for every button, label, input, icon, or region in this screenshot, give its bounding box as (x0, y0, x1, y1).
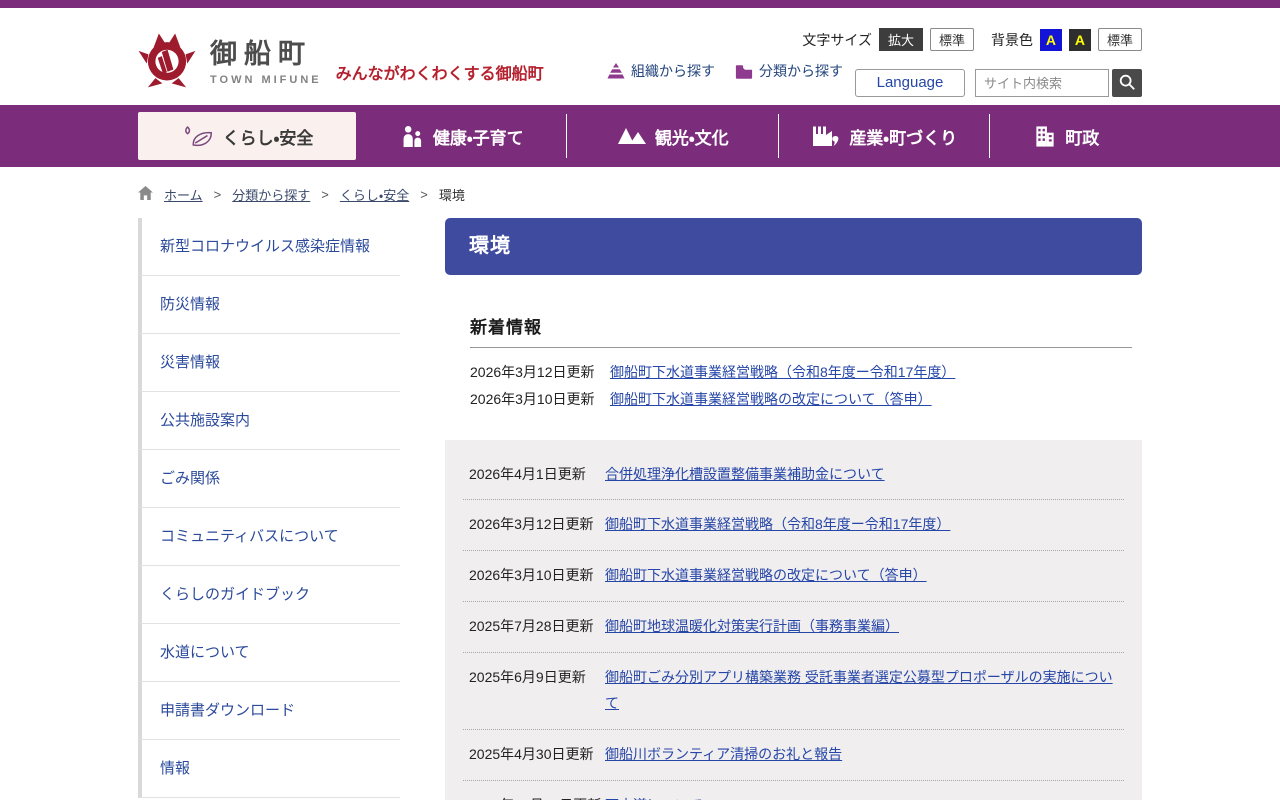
bg-color-standard-button[interactable]: 標準 (1098, 28, 1142, 51)
news-heading: 新着情報 (470, 313, 1132, 338)
archive-link[interactable]: 御船町下水道事業経営戦略（令和8年度ー令和17年度） (605, 516, 950, 532)
breadcrumb-current: 環境 (439, 185, 465, 204)
sidebar-item[interactable]: 申請書ダウンロード (138, 682, 400, 740)
home-icon (138, 186, 153, 203)
news-row: 2026年3月12日更新 御船町下水道事業経営戦略（令和8年度ー令和17年度） (470, 362, 1132, 382)
breadcrumb-kurashi-anzen[interactable]: くらし・安全 (340, 185, 409, 204)
breadcrumb-category[interactable]: 分類から探す (232, 185, 310, 204)
archive-date: 2025年4月30日更新 (469, 742, 605, 768)
bg-color-label: 背景色 (991, 30, 1033, 50)
site-brand[interactable]: 御船町 TOWN MIFUNE みんながわくわくする御船町 (138, 20, 544, 97)
archive-link[interactable]: 御船町下水道事業経営戦略の改定について（答申） (605, 567, 927, 583)
font-size-standard-button[interactable]: 標準 (930, 28, 974, 51)
archive-row: 2026年3月12日更新 御船町下水道事業経営戦略（令和8年度ー令和17年度） (463, 500, 1124, 551)
bg-color-black-button[interactable]: A (1069, 29, 1091, 51)
archive-date: 2025年6月9日更新 (469, 665, 605, 717)
sidebar-item[interactable]: コミュニティバスについて (138, 508, 400, 566)
archive-row: 2026年4月1日更新 合併処理浄化槽設置整備事業補助金について (463, 450, 1124, 501)
search-by-category-link[interactable]: 分類から探す (735, 61, 843, 81)
site-name-en: TOWN MIFUNE (210, 74, 322, 86)
global-nav: くらし・安全 健康・子育て 観光・文化 (0, 105, 1280, 167)
news-date: 2026年3月12日更新 (470, 362, 610, 382)
folder-icon (735, 64, 753, 79)
mountain-icon (617, 127, 647, 145)
building-icon (1033, 125, 1057, 148)
news-divider (470, 347, 1132, 348)
search-input[interactable] (975, 69, 1109, 97)
site-name: 御船町 (210, 32, 322, 71)
archive-date: 2026年3月12日更新 (469, 512, 605, 538)
sidebar-item[interactable]: 水道について (138, 624, 400, 682)
factory-icon (811, 125, 841, 147)
top-accent-bar (0, 0, 1280, 8)
sidebar-item[interactable]: くらしのガイドブック (138, 566, 400, 624)
breadcrumb-home[interactable]: ホーム (164, 185, 203, 204)
news-date: 2026年3月10日更新 (470, 389, 610, 409)
archive-row: 2026年3月10日更新 御船町下水道事業経営戦略の改定について（答申） (463, 551, 1124, 602)
sidebar-item[interactable]: 災害情報 (138, 334, 400, 392)
people-icon (399, 125, 425, 148)
news-link[interactable]: 御船町下水道事業経営戦略の改定について（答申） (610, 389, 932, 409)
news-link[interactable]: 御船町下水道事業経営戦略（令和8年度ー令和17年度） (610, 362, 955, 382)
archive-row: 2024年12月17日更新 下水道について (463, 781, 1124, 800)
sidebar-item[interactable]: 情報 (138, 740, 400, 798)
news-section: 新着情報 2026年3月12日更新 御船町下水道事業経営戦略（令和8年度ー令和1… (445, 313, 1142, 410)
nav-item-kanko-bunka[interactable]: 観光・文化 (567, 105, 777, 167)
pyramid-icon (607, 63, 625, 79)
search-button[interactable] (1112, 69, 1142, 97)
sidebar-item[interactable]: 公共施設案内 (138, 392, 400, 450)
leaf-drop-icon (181, 124, 215, 149)
language-button[interactable]: Language (855, 69, 965, 97)
site-title: 御船町 TOWN MIFUNE (210, 32, 322, 86)
news-row: 2026年3月10日更新 御船町下水道事業経営戦略の改定について（答申） (470, 389, 1132, 409)
sidebar-menu: 新型コロナウイルス感染症情報 防災情報 災害情報 公共施設案内 ごみ関係 コミュ… (138, 218, 400, 800)
bg-color-blue-button[interactable]: A (1040, 29, 1062, 51)
font-size-expand-button[interactable]: 拡大 (879, 28, 923, 51)
archive-date: 2025年7月28日更新 (469, 614, 605, 640)
accessibility-controls: 文字サイズ 拡大 標準 背景色 A A 標準 (802, 28, 1142, 51)
nav-item-kurashi-anzen[interactable]: くらし・安全 (138, 112, 356, 160)
archive-row: 2025年6月9日更新 御船町ごみ分別アプリ構築業務 受託事業者選定公募型プロポ… (463, 653, 1124, 730)
page-title: 環境 (445, 218, 1142, 275)
archive-date: 2026年3月10日更新 (469, 563, 605, 589)
archive-date: 2026年4月1日更新 (469, 462, 605, 488)
font-size-label: 文字サイズ (802, 30, 872, 50)
sidebar-item[interactable]: 防災情報 (138, 276, 400, 334)
nav-item-kenko-kosodate[interactable]: 健康・子育て (356, 105, 566, 167)
site-search (975, 69, 1142, 97)
nav-item-chosei[interactable]: 町政 (990, 105, 1142, 167)
town-emblem-icon (138, 30, 196, 88)
search-icon (1118, 73, 1136, 94)
sidebar-item[interactable]: 新型コロナウイルス感染症情報 (138, 218, 400, 276)
archive-list: 2026年4月1日更新 合併処理浄化槽設置整備事業補助金について 2026年3月… (445, 440, 1142, 800)
archive-link[interactable]: 御船川ボランティア清掃のお礼と報告 (605, 746, 842, 762)
site-header: 御船町 TOWN MIFUNE みんながわくわくする御船町 文字サイズ 拡大 標… (138, 8, 1142, 105)
news-list: 2026年3月12日更新 御船町下水道事業経営戦略（令和8年度ー令和17年度） … (470, 362, 1132, 410)
archive-date: 2024年12月17日更新 (469, 793, 605, 800)
archive-link[interactable]: 御船町ごみ分別アプリ構築業務 受託事業者選定公募型プロポーザルの実施について (605, 669, 1113, 711)
main-content: 環境 新着情報 2026年3月12日更新 御船町下水道事業経営戦略（令和8年度ー… (445, 218, 1142, 800)
sidebar-item[interactable]: ごみ関係 (138, 450, 400, 508)
archive-row: 2025年7月28日更新 御船町地球温暖化対策実行計画（事務事業編） (463, 602, 1124, 653)
site-tagline: みんながわくわくする御船町 (336, 60, 544, 84)
archive-row: 2025年4月30日更新 御船川ボランティア清掃のお礼と報告 (463, 730, 1124, 781)
archive-link[interactable]: 合併処理浄化槽設置整備事業補助金について (605, 466, 885, 482)
search-by-organization-link[interactable]: 組織から探す (607, 61, 715, 81)
nav-item-sangyo-machizukuri[interactable]: 産業・町づくり (779, 105, 989, 167)
breadcrumb: ホーム > 分類から探す > くらし・安全 > 環境 (138, 185, 1142, 204)
archive-link[interactable]: 御船町地球温暖化対策実行計画（事務事業編） (605, 618, 899, 634)
